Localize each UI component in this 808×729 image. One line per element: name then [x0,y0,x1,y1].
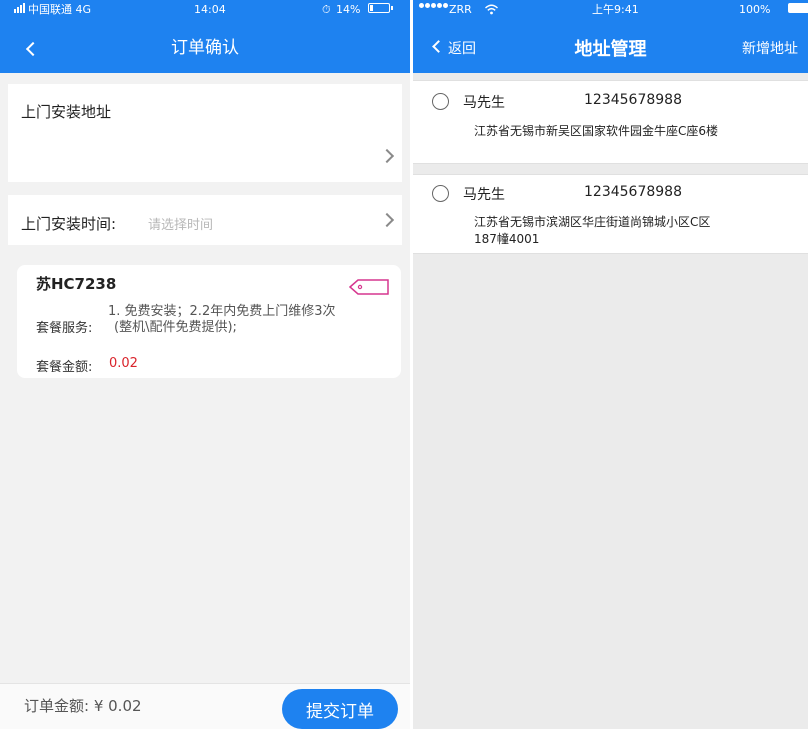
service-description: 1. 免费安装；2.2年内免费上门维修3次 (整机\配件免费提供); [108,304,370,336]
submit-order-button[interactable]: 提交订单 [282,689,398,729]
address-line: 187幢4001 [474,232,540,246]
address-line: 江苏省无锡市滨湖区华庄街道尚锦城小区C区 [474,215,711,229]
wifi-icon [485,4,498,15]
address-detail: 江苏省无锡市滨湖区华庄街道尚锦城小区C区 187幢4001 [474,214,794,248]
address-detail: 江苏省无锡市新吴区国家软件园金牛座C座6楼 [474,123,794,140]
page-title: 订单确认 [171,38,239,58]
order-footer: 订单金额: ¥ 0.02 提交订单 [0,683,410,729]
install-time-row[interactable]: 上门安装时间: 请选择时间 [8,195,402,245]
service-line: (整机\配件免费提供); [114,320,237,335]
address-item[interactable]: 马先生 12345678988 江苏省无锡市滨湖区华庄街道尚锦城小区C区 187… [413,174,808,254]
order-amount: 订单金额: ¥ 0.02 [24,697,142,715]
address-name: 马先生 [463,187,505,203]
order-confirm-screen: 中国联通 4G 14:04 ⏱ 14% 订单确认 上门安装地址 上门安装时间: … [0,0,410,729]
install-time-label: 上门安装时间: [21,215,117,233]
carrier-label: ZRR [449,3,472,16]
address-item[interactable]: 马先生 12345678988 江苏省无锡市新吴区国家软件园金牛座C座6楼 [413,80,808,164]
status-time: 上午9:41 [592,3,639,16]
radio-button[interactable] [432,93,449,110]
add-address-button[interactable]: 新增地址 [742,38,798,58]
address-name: 马先生 [463,95,505,111]
battery-percent: 100% [739,3,771,16]
tag-icon [349,279,389,295]
carrier-label: 中国联通 4G [28,3,92,16]
battery-icon [788,3,808,13]
address-phone: 12345678988 [584,184,682,200]
install-address-label: 上门安装地址 [21,103,112,121]
service-line: 1. 免费安装；2.2年内免费上门维修3次 [108,304,336,319]
status-bar: 中国联通 4G 14:04 ⏱ 14% [0,0,410,20]
battery-percent: 14% [336,3,361,16]
battery-icon [368,3,393,13]
address-phone: 12345678988 [584,92,682,108]
nav-bar: 订单确认 [0,20,410,73]
chevron-right-icon [379,212,395,228]
address-manage-screen: ZRR 上午9:41 100% 返回 地址管理 新增地址 马先生 1234567… [413,0,808,729]
package-amount-value: 0.02 [109,356,138,371]
plate-number: 苏HC7238 [36,275,117,293]
package-amount-label: 套餐金额: [36,360,93,375]
package-card: 苏HC7238 套餐服务: 1. 免费安装；2.2年内免费上门维修3次 (整机\… [17,265,401,378]
address-line: 江苏省无锡市新吴区国家软件园金牛座C座6楼 [474,124,719,138]
radio-button[interactable] [432,185,449,202]
chevron-right-icon [379,148,395,164]
install-time-placeholder: 请选择时间 [148,218,214,233]
service-label: 套餐服务: [36,321,93,336]
status-time: 14:04 [194,3,226,16]
status-bar: ZRR 上午9:41 100% [413,0,808,20]
nav-bar: 返回 地址管理 新增地址 [413,20,808,73]
alarm-icon: ⏱ [322,3,331,16]
install-address-row[interactable]: 上门安装地址 [8,84,402,182]
